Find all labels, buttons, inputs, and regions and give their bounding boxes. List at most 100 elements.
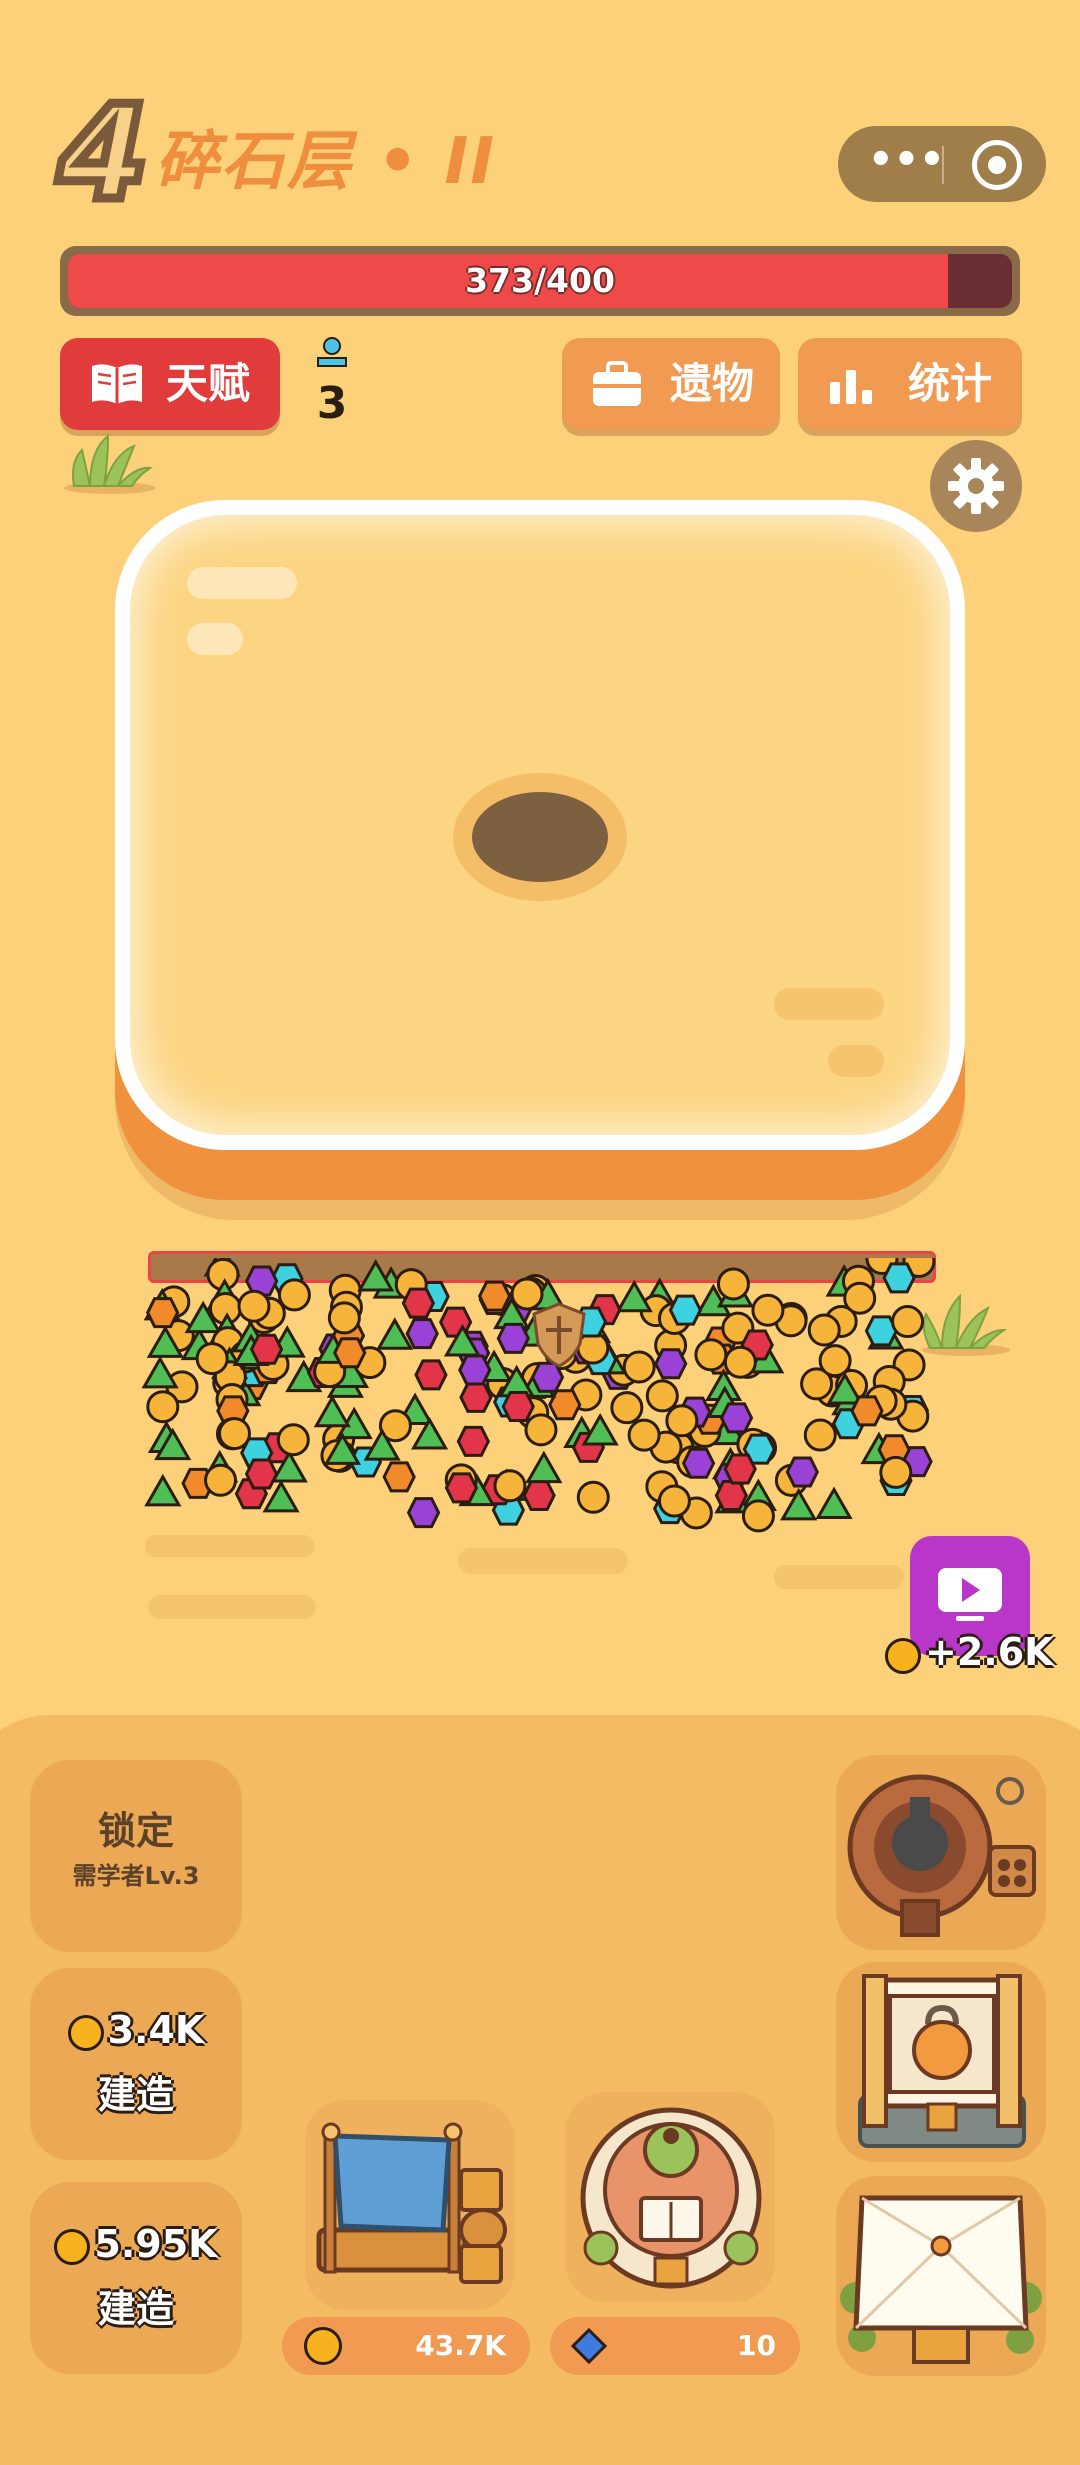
ore-piece <box>681 1447 716 1479</box>
build-cost: 5.95K <box>30 2222 242 2266</box>
talent-points: 3 <box>312 337 352 430</box>
ore-piece <box>668 1294 703 1326</box>
ore-piece <box>144 1473 182 1507</box>
ore-piece <box>622 1350 656 1384</box>
mini-program-capsule: ••• <box>838 126 1046 202</box>
ground-mark <box>145 1535 315 1557</box>
capsule-divider <box>942 146 944 184</box>
tent-icon <box>840 2195 1042 2364</box>
bed-building[interactable] <box>305 2100 515 2310</box>
build-slot-locked[interactable]: 锁定 需学者Lv.3 <box>30 1760 242 1952</box>
relic-label: 遗物 <box>670 359 755 408</box>
gear-icon <box>948 458 1004 514</box>
ore-piece <box>382 1461 416 1493</box>
tent-building[interactable] <box>836 2176 1046 2376</box>
build-action: 建造 <box>97 2073 174 2117</box>
grass-decoration <box>64 433 156 494</box>
ad-bonus-value: +2.6K <box>925 1630 1054 1674</box>
ore-piece <box>723 1453 757 1485</box>
library-building[interactable] <box>565 2092 775 2302</box>
board-highlight <box>828 1045 884 1077</box>
ad-bonus: +2.6K <box>885 1630 1054 1680</box>
kettlebell-gym-building[interactable] <box>836 1962 1046 2162</box>
ground-mark <box>458 1548 628 1574</box>
ore-piece <box>146 1390 180 1424</box>
ore-piece <box>313 1394 351 1428</box>
build-cost: 3.4K <box>30 2008 242 2052</box>
talent-button[interactable]: 天赋 <box>60 338 280 430</box>
mine-hole[interactable] <box>472 792 608 882</box>
ore-piece <box>714 1480 749 1512</box>
ore-piece <box>414 1359 448 1391</box>
ore-piece <box>444 1472 479 1504</box>
ore-piece <box>524 1413 558 1447</box>
ore-piece <box>204 1463 238 1497</box>
more-menu-button[interactable]: ••• <box>868 130 945 198</box>
gem-icon <box>570 2327 608 2365</box>
ore-piece <box>237 1289 271 1323</box>
ore-piece <box>458 1354 492 1386</box>
ore-piece <box>741 1499 775 1533</box>
ore-piece <box>276 1423 310 1457</box>
briefcase-icon <box>593 361 641 406</box>
build-action: 建造 <box>97 2287 174 2331</box>
stats-label: 统计 <box>908 359 993 408</box>
ore-piece <box>807 1313 841 1347</box>
coin-icon <box>67 2014 104 2051</box>
close-target-icon[interactable] <box>972 140 1022 190</box>
gems-value: 10 <box>737 2329 776 2362</box>
board-highlight <box>187 567 297 599</box>
build-slot[interactable]: 5.95K 建造 <box>30 2182 242 2374</box>
ore-piece <box>459 1381 493 1413</box>
forge-icon <box>847 1774 1036 1937</box>
talent-points-count: 3 <box>316 378 348 429</box>
ore-piece <box>244 1458 279 1490</box>
talent-label: 天赋 <box>166 359 251 408</box>
build-cost-value: 3.4K <box>107 2008 205 2052</box>
level-number: 4 <box>53 77 153 229</box>
ore-piece <box>277 1278 311 1312</box>
kettlebell-icon <box>858 1974 1026 2148</box>
book-icon <box>92 364 142 404</box>
ore-piece <box>803 1418 837 1452</box>
ore-piece <box>333 1337 367 1369</box>
ore-piece <box>217 1417 251 1451</box>
settings-button[interactable] <box>930 440 1022 532</box>
coins-counter: 43.7K <box>282 2317 530 2375</box>
level-name: 碎石层 • II <box>155 125 497 199</box>
ore-piece <box>496 1322 531 1354</box>
ore-piece <box>456 1425 490 1457</box>
bar-chart-icon <box>830 370 872 404</box>
board-highlight <box>774 988 884 1020</box>
stats-button[interactable]: 统计 <box>798 338 1022 430</box>
relic-button[interactable]: 遗物 <box>562 338 780 430</box>
hp-bar: 373/400 <box>60 246 1020 316</box>
ore-piece <box>879 1455 913 1489</box>
build-slot[interactable]: 3.4K 建造 <box>30 1968 242 2160</box>
ore-piece <box>401 1287 436 1319</box>
build-slot-status: 锁定 <box>97 1809 174 1853</box>
hp-text: 373/400 <box>465 261 615 300</box>
ore-piece <box>525 1450 563 1484</box>
ore-piece <box>145 1297 180 1329</box>
build-slot-requirement: 需学者Lv.3 <box>72 1862 200 1890</box>
ore-piece <box>815 1486 853 1520</box>
ore-piece <box>891 1305 925 1339</box>
ore-piece <box>405 1318 439 1350</box>
ore-piece <box>665 1404 699 1438</box>
coin-icon <box>54 2228 91 2265</box>
ground-mark <box>774 1565 904 1589</box>
ore-piece <box>882 1262 916 1294</box>
ore-piece <box>751 1293 785 1327</box>
ore-piece <box>657 1484 691 1518</box>
coin-icon <box>304 2327 342 2365</box>
ore-piece <box>694 1338 728 1372</box>
build-cost-value: 5.95K <box>94 2222 218 2266</box>
ore-piece <box>627 1418 661 1452</box>
ore-piece <box>141 1355 179 1389</box>
forge-building[interactable] <box>836 1755 1046 1950</box>
ground-mark <box>148 1595 316 1619</box>
ore-piece <box>195 1342 229 1376</box>
ore-piece <box>477 1280 512 1312</box>
bed-icon <box>316 2122 507 2284</box>
